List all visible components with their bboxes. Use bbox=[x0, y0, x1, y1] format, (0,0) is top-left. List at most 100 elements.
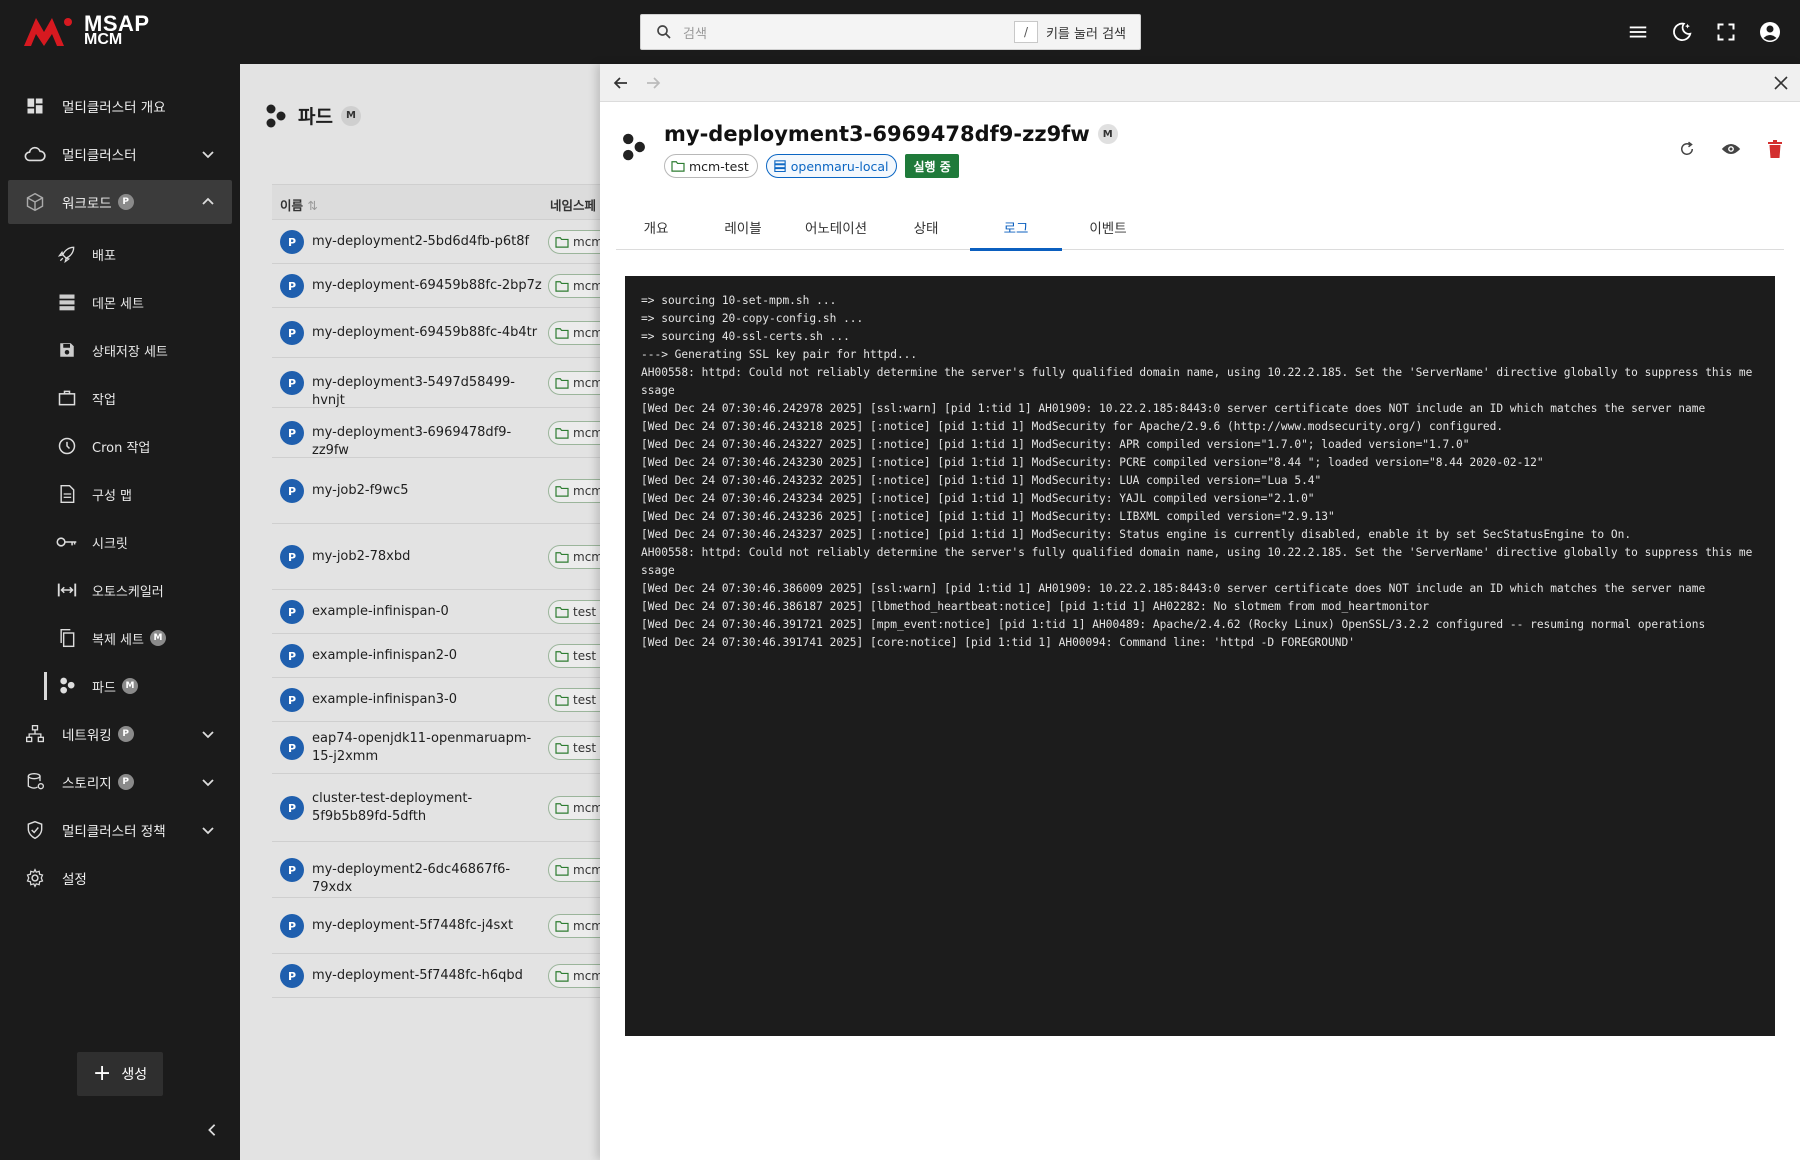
namespace-chip[interactable]: mcm bbox=[548, 479, 600, 503]
create-button[interactable]: + 생성 bbox=[77, 1052, 163, 1096]
table-row[interactable]: Pexample-infinispan2-0 test bbox=[272, 634, 600, 678]
close-button[interactable] bbox=[1770, 72, 1792, 94]
pod-name-link[interactable]: my-deployment-5f7448fc-h6qbd bbox=[312, 967, 542, 985]
log-line: ---> Generating SSL key pair for httpd..… bbox=[641, 348, 918, 361]
table-row[interactable]: Pmy-deployment-69459b88fc-2bp7z mcm bbox=[272, 264, 600, 308]
folder-icon bbox=[555, 237, 569, 248]
pod-name-link[interactable]: cluster-test-deployment-5f9b5b89fd-5dfth bbox=[312, 790, 542, 826]
sidebar-item-networking[interactable]: 네트워킹 P bbox=[8, 712, 232, 756]
namespace-chip[interactable]: mcm bbox=[548, 321, 600, 345]
table-row[interactable]: Pexample-infinispan3-0 test bbox=[272, 678, 600, 722]
forward-button[interactable] bbox=[642, 72, 664, 94]
namespace-chip[interactable]: test bbox=[548, 736, 600, 760]
app-logo[interactable]: MSAP MCM bbox=[22, 12, 150, 48]
namespace-chip[interactable]: mcm bbox=[548, 914, 600, 938]
namespace-chip-label: test bbox=[573, 693, 597, 707]
pod-name-link[interactable]: my-job2-78xbd bbox=[312, 548, 542, 566]
pod-name-link[interactable]: my-deployment2-5bd6d4fb-p6t8f bbox=[312, 233, 542, 251]
sidebar-item-policy[interactable]: 멀티클러스터 정책 bbox=[8, 808, 232, 852]
namespace-chip[interactable]: mcm bbox=[548, 230, 600, 254]
table-row[interactable]: Pexample-infinispan-0 test bbox=[272, 590, 600, 634]
column-header-name[interactable]: 이름 ⇅ bbox=[280, 195, 318, 214]
column-header-namespace[interactable]: 네임스페 bbox=[550, 195, 596, 214]
table-row[interactable]: Pmy-deployment-5f7448fc-h6qbd mcm bbox=[272, 954, 600, 998]
pod-name-link[interactable]: my-deployment-5f7448fc-j4sxt bbox=[312, 917, 542, 935]
back-button[interactable] bbox=[610, 72, 632, 94]
log-line: [Wed Dec 24 07:30:46.243232 2025] [:noti… bbox=[641, 474, 1322, 487]
folder-icon bbox=[555, 486, 569, 497]
namespace-chip[interactable]: mcm bbox=[548, 545, 600, 569]
pods-icon bbox=[623, 133, 645, 161]
search-input[interactable]: 검색 / 키를 눌러 검색 bbox=[640, 14, 1141, 50]
namespace-chip[interactable]: mcm bbox=[548, 858, 600, 882]
table-row[interactable]: Pmy-deployment-5f7448fc-j4sxt mcm bbox=[272, 898, 600, 954]
sidebar-item-overview[interactable]: 멀티클러스터 개요 bbox=[8, 84, 232, 128]
menu-icon[interactable] bbox=[1624, 18, 1652, 46]
table-header: 이름 ⇅ 네임스페 bbox=[272, 184, 600, 220]
sidebar-item-workload[interactable]: 워크로드 P bbox=[8, 180, 232, 224]
fullscreen-icon[interactable] bbox=[1712, 18, 1740, 46]
table-row[interactable]: Pmy-job2-78xbd mcm bbox=[272, 524, 600, 590]
pod-name-link[interactable]: example-infinispan3-0 bbox=[312, 691, 542, 709]
pod-name-link[interactable]: my-deployment-69459b88fc-4b4tr bbox=[312, 324, 542, 342]
view-yaml-button[interactable] bbox=[1718, 136, 1744, 162]
dark-mode-icon[interactable] bbox=[1668, 18, 1696, 46]
sidebar-item-jobs[interactable]: 작업 bbox=[40, 378, 232, 418]
tab-3[interactable]: 상태 bbox=[882, 204, 970, 250]
namespace-chip-label: mcm bbox=[573, 550, 600, 564]
tab-1[interactable]: 레이블 bbox=[696, 204, 790, 250]
table-row[interactable]: Pmy-deployment2-6dc46867f6-79xdx mcm bbox=[272, 842, 600, 898]
table-row[interactable]: Pmy-deployment2-5bd6d4fb-p6t8f mcm bbox=[272, 220, 600, 264]
sidebar-item-pods[interactable]: 파드 M bbox=[40, 666, 232, 706]
sidebar-item-secrets[interactable]: 시크릿 bbox=[40, 522, 232, 562]
namespace-chip[interactable]: mcm bbox=[548, 964, 600, 988]
tab-4[interactable]: 로그 bbox=[970, 204, 1062, 251]
table-row[interactable]: Pmy-deployment3-6969478df9-zz9fw mcm bbox=[272, 408, 600, 458]
table-row[interactable]: Peap74-openjdk11-openmaruapm-15-j2xmm tes… bbox=[272, 722, 600, 774]
sidebar-item-multicluster[interactable]: 멀티클러스터 bbox=[8, 132, 232, 176]
pod-name-link[interactable]: example-infinispan2-0 bbox=[312, 647, 542, 665]
sidebar-item-label: 복제 세트 bbox=[92, 632, 144, 648]
sidebar-item-replicasets[interactable]: 복제 세트 M bbox=[40, 618, 232, 658]
tab-5[interactable]: 이벤트 bbox=[1062, 204, 1154, 250]
collapse-sidebar-button[interactable] bbox=[198, 1116, 226, 1144]
namespace-chip[interactable]: test bbox=[548, 688, 600, 712]
sidebar-item-settings[interactable]: 설정 bbox=[8, 856, 232, 900]
table-row[interactable]: Pmy-deployment3-5497d58499-hvnjt mcm bbox=[272, 358, 600, 408]
sidebar-item-statefulsets[interactable]: 상태저장 세트 bbox=[40, 330, 232, 370]
top-bar: MSAP MCM 검색 / 키를 눌러 검색 bbox=[0, 0, 1800, 64]
sidebar-item-configmaps[interactable]: 구성 맵 bbox=[40, 474, 232, 514]
delete-button[interactable] bbox=[1762, 136, 1788, 162]
log-viewer[interactable]: => sourcing 10-set-mpm.sh ... => sourcing… bbox=[625, 276, 1775, 1036]
namespace-chip-label: mcm bbox=[573, 484, 600, 498]
dashboard-icon bbox=[24, 95, 46, 117]
sidebar-item-storage[interactable]: 스토리지 P bbox=[8, 760, 232, 804]
refresh-button[interactable] bbox=[1674, 136, 1700, 162]
pod-name-link[interactable]: example-infinispan-0 bbox=[312, 603, 542, 621]
namespace-chip[interactable]: mcm bbox=[548, 371, 600, 395]
namespace-chip[interactable]: test bbox=[548, 600, 600, 624]
namespace-chip[interactable]: mcm bbox=[548, 274, 600, 298]
sidebar-item-cronjobs[interactable]: Cron 작업 bbox=[40, 426, 232, 466]
namespace-chip[interactable]: mcm bbox=[548, 796, 600, 820]
account-icon[interactable] bbox=[1756, 18, 1784, 46]
namespace-chip[interactable]: test bbox=[548, 644, 600, 668]
namespace-chip[interactable]: mcm-test bbox=[664, 154, 758, 178]
sidebar-item-daemonsets[interactable]: 데몬 세트 bbox=[40, 282, 232, 322]
pod-name-link[interactable]: my-deployment2-6dc46867f6-79xdx bbox=[312, 861, 542, 897]
tab-0[interactable]: 개요 bbox=[616, 204, 696, 250]
pod-name-link[interactable]: my-job2-f9wc5 bbox=[312, 482, 542, 500]
pod-name-link[interactable]: my-deployment3-6969478df9-zz9fw bbox=[312, 424, 542, 460]
cluster-chip[interactable]: openmaru-local bbox=[765, 154, 898, 178]
table-row[interactable]: Pcluster-test-deployment-5f9b5b89fd-5dft… bbox=[272, 774, 600, 842]
log-line: => sourcing 10-set-mpm.sh ... bbox=[641, 294, 837, 307]
pod-name-link[interactable]: my-deployment3-5497d58499-hvnjt bbox=[312, 374, 542, 410]
table-row[interactable]: Pmy-deployment-69459b88fc-4b4tr mcm bbox=[272, 308, 600, 358]
namespace-chip[interactable]: mcm bbox=[548, 421, 600, 445]
pod-name-link[interactable]: my-deployment-69459b88fc-2bp7z bbox=[312, 277, 542, 295]
pod-name-link[interactable]: eap74-openjdk11-openmaruapm-15-j2xmm bbox=[312, 730, 542, 766]
sidebar-item-autoscalers[interactable]: 오토스케일러 bbox=[40, 570, 232, 610]
table-row[interactable]: Pmy-job2-f9wc5 mcm bbox=[272, 458, 600, 524]
tab-2[interactable]: 어노테이션 bbox=[790, 204, 882, 250]
sidebar-item-deployments[interactable]: 배포 bbox=[40, 234, 232, 274]
